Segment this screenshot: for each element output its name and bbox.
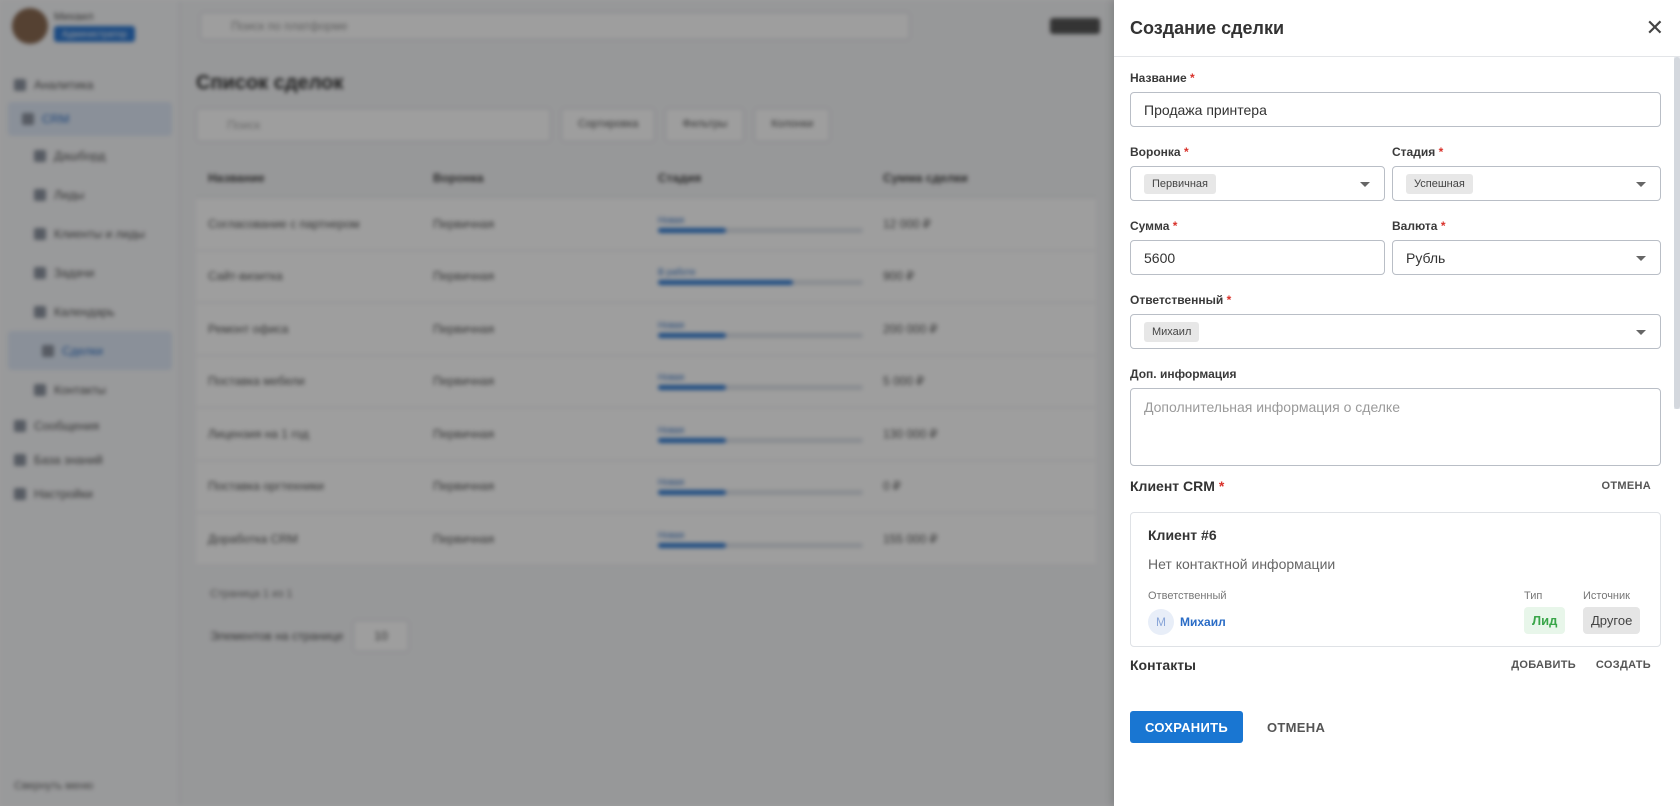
contacts-create-button[interactable]: СОЗДАТЬ: [1596, 659, 1651, 671]
contacts-add-button[interactable]: ДОБАВИТЬ: [1511, 659, 1576, 671]
sum-input[interactable]: 5600: [1130, 240, 1385, 275]
client-source: Источник Другое: [1583, 590, 1641, 634]
client-type: Тип Лид: [1524, 590, 1566, 634]
currency-select[interactable]: Рубль: [1392, 240, 1661, 275]
name-input[interactable]: Продажа принтера: [1130, 92, 1661, 127]
client-cancel-button[interactable]: ОТМЕНА: [1602, 480, 1651, 492]
client-source-badge: Другое: [1583, 607, 1641, 634]
name-label: Название *: [1130, 71, 1195, 85]
responsible-select[interactable]: Михаил: [1130, 314, 1661, 349]
sum-label: Сумма *: [1130, 219, 1178, 233]
drawer-title: Создание сделки: [1130, 17, 1285, 38]
currency-value: Рубль: [1406, 249, 1446, 266]
drawer-body: Название * Продажа принтера Воронка * Пе…: [1130, 57, 1661, 743]
client-section-title: Клиент CRM *: [1130, 478, 1225, 494]
modal-backdrop[interactable]: [0, 0, 1114, 806]
responsible-field: Ответственный * Михаил: [1130, 293, 1661, 349]
chevron-down-icon: [1636, 330, 1646, 335]
responsible-chip: Михаил: [1144, 321, 1200, 342]
save-button[interactable]: СОХРАНИТЬ: [1130, 711, 1243, 743]
contacts-section-title: Контакты: [1130, 657, 1197, 673]
client-contact-info: Нет контактной информации: [1148, 556, 1336, 572]
extra-info-label: Доп. информация: [1130, 367, 1237, 381]
chevron-down-icon: [1636, 182, 1646, 187]
client-source-label: Источник: [1583, 590, 1630, 602]
funnel-field: Воронка * Первичная: [1130, 145, 1385, 201]
currency-label: Валюта *: [1392, 219, 1446, 233]
client-name: Клиент #6: [1148, 527, 1217, 543]
name-field: Название * Продажа принтера: [1130, 71, 1661, 127]
stage-label: Стадия *: [1392, 145, 1444, 159]
create-deal-drawer: Создание сделки ✕ Название * Продажа при…: [1114, 0, 1680, 806]
client-type-badge: Лид: [1524, 607, 1566, 634]
client-responsible-link[interactable]: Михаил: [1180, 615, 1226, 629]
client-type-label: Тип: [1524, 590, 1543, 602]
funnel-chip: Первичная: [1144, 173, 1217, 194]
sum-field: Сумма * 5600: [1130, 219, 1385, 275]
avatar: М: [1148, 609, 1174, 635]
stage-select[interactable]: Успешная: [1392, 166, 1661, 201]
chevron-down-icon: [1360, 182, 1370, 187]
close-icon[interactable]: ✕: [1646, 17, 1664, 39]
drawer-actions: СОХРАНИТЬ ОТМЕНА: [1130, 711, 1325, 743]
client-card[interactable]: Клиент #6 Нет контактной информации Отве…: [1130, 512, 1661, 647]
client-responsible-label: Ответственный: [1148, 590, 1227, 602]
extra-info-field: Доп. информация Дополнительная информаци…: [1130, 367, 1661, 466]
stage-field: Стадия * Успешная: [1392, 145, 1661, 201]
currency-field: Валюта * Рубль: [1392, 219, 1661, 275]
extra-info-textarea[interactable]: Дополнительная информация о сделке: [1130, 388, 1661, 466]
stage-chip: Успешная: [1406, 173, 1473, 194]
responsible-label: Ответственный *: [1130, 293, 1232, 307]
cancel-button[interactable]: ОТМЕНА: [1267, 720, 1325, 735]
scrollbar-thumb[interactable]: [1674, 57, 1680, 409]
drawer-header: Создание сделки ✕: [1114, 0, 1680, 57]
funnel-label: Воронка *: [1130, 145, 1189, 159]
chevron-down-icon: [1636, 256, 1646, 261]
client-section-header: Клиент CRM * ОТМЕНА: [1130, 478, 1661, 494]
contacts-section-header: Контакты ДОБАВИТЬ СОЗДАТЬ: [1130, 657, 1661, 673]
funnel-select[interactable]: Первичная: [1130, 166, 1385, 201]
client-responsible: Ответственный М Михаил: [1148, 590, 1227, 635]
